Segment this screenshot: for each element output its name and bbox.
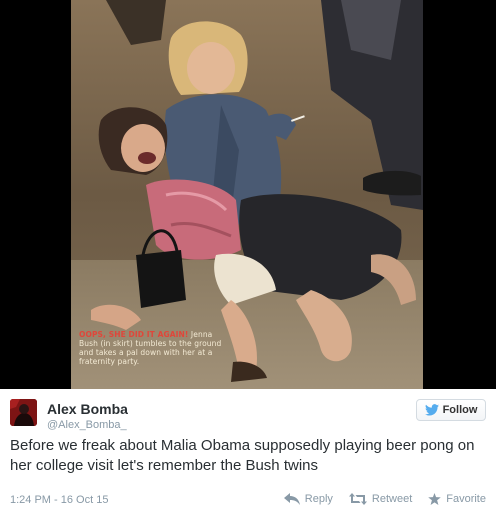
caption-highlight: OOPS, SHE DID IT AGAIN! [79, 330, 189, 339]
party-photo: OOPS, SHE DID IT AGAIN! Jenna Bush (in s… [71, 0, 423, 389]
retweet-icon [348, 493, 367, 505]
retweet-button[interactable]: Retweet [348, 493, 413, 505]
star-icon [428, 493, 442, 505]
reply-button[interactable]: Reply [283, 493, 333, 505]
retweet-label: Retweet [371, 493, 413, 505]
follow-button[interactable]: Follow [416, 399, 486, 421]
follow-button-label: Follow [442, 404, 478, 416]
avatar[interactable] [10, 399, 37, 426]
reply-label: Reply [304, 493, 333, 505]
reply-icon [283, 493, 300, 505]
avatar-image [10, 399, 37, 426]
tweet-media[interactable]: OOPS, SHE DID IT AGAIN! Jenna Bush (in s… [0, 0, 496, 389]
favorite-label: Favorite [446, 493, 486, 505]
tweet-actions: Reply Retweet Favorite [283, 493, 486, 505]
tweet-timestamp[interactable]: 1:24 PM - 16 Oct 15 [10, 494, 108, 506]
author-name[interactable]: Alex Bomba [47, 401, 128, 417]
tweet-body: Alex Bomba @Alex_Bomba_ Follow Before we… [0, 389, 496, 521]
twitter-bird-icon [424, 404, 439, 416]
photo-caption: OOPS, SHE DID IT AGAIN! Jenna Bush (in s… [79, 330, 229, 366]
author-handle[interactable]: @Alex_Bomba_ [47, 419, 127, 431]
tweet-text: Before we freak about Malia Obama suppos… [10, 437, 475, 474]
favorite-button[interactable]: Favorite [428, 493, 486, 505]
embedded-tweet-card: OOPS, SHE DID IT AGAIN! Jenna Bush (in s… [0, 0, 496, 521]
